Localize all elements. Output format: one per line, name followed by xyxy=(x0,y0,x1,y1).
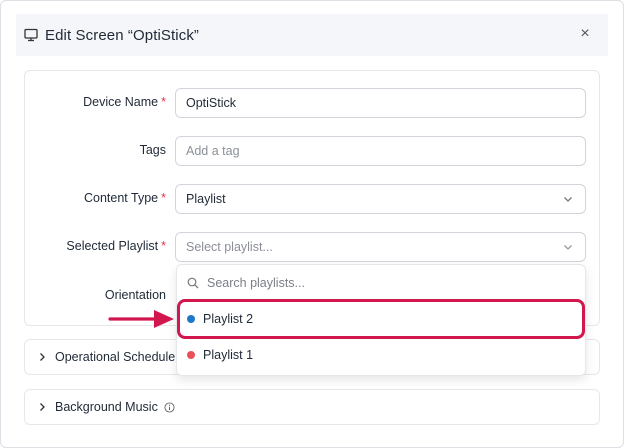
section-label: Background Music xyxy=(55,400,158,414)
device-name-label: Device Name * xyxy=(83,95,166,109)
section-background-music[interactable]: Background Music xyxy=(24,389,600,425)
modal-title: Edit Screen “OptiStick” xyxy=(45,26,200,44)
chevron-down-icon xyxy=(564,245,572,250)
tags-label: Tags xyxy=(139,143,166,157)
content-type-select[interactable]: Playlist xyxy=(175,184,586,214)
selected-playlist-select[interactable]: Select playlist... xyxy=(175,232,586,262)
device-name-input[interactable]: OptiStick xyxy=(175,88,586,118)
playlist-color-dot xyxy=(187,351,195,359)
close-icon[interactable]: × xyxy=(576,25,594,43)
playlist-search-input[interactable]: Search playlists... xyxy=(177,265,585,301)
info-icon[interactable] xyxy=(164,401,175,413)
modal-header: Edit Screen “OptiStick” × xyxy=(16,14,608,56)
content-type-label: Content Type * xyxy=(83,191,166,205)
chevron-right-icon xyxy=(40,403,45,411)
section-label: Operational Schedule xyxy=(55,350,176,364)
selected-playlist-label: Selected Playlist * xyxy=(66,239,166,253)
search-icon xyxy=(187,277,199,289)
arrow-right-icon xyxy=(108,310,174,328)
chevron-down-icon xyxy=(564,197,572,202)
playlist-option[interactable]: Playlist 1 xyxy=(177,338,585,372)
highlight-box xyxy=(177,299,585,339)
chevron-right-icon xyxy=(40,353,45,361)
monitor-icon xyxy=(24,28,38,42)
orientation-label: Orientation xyxy=(104,288,166,302)
tags-input[interactable]: Add a tag xyxy=(175,136,586,166)
